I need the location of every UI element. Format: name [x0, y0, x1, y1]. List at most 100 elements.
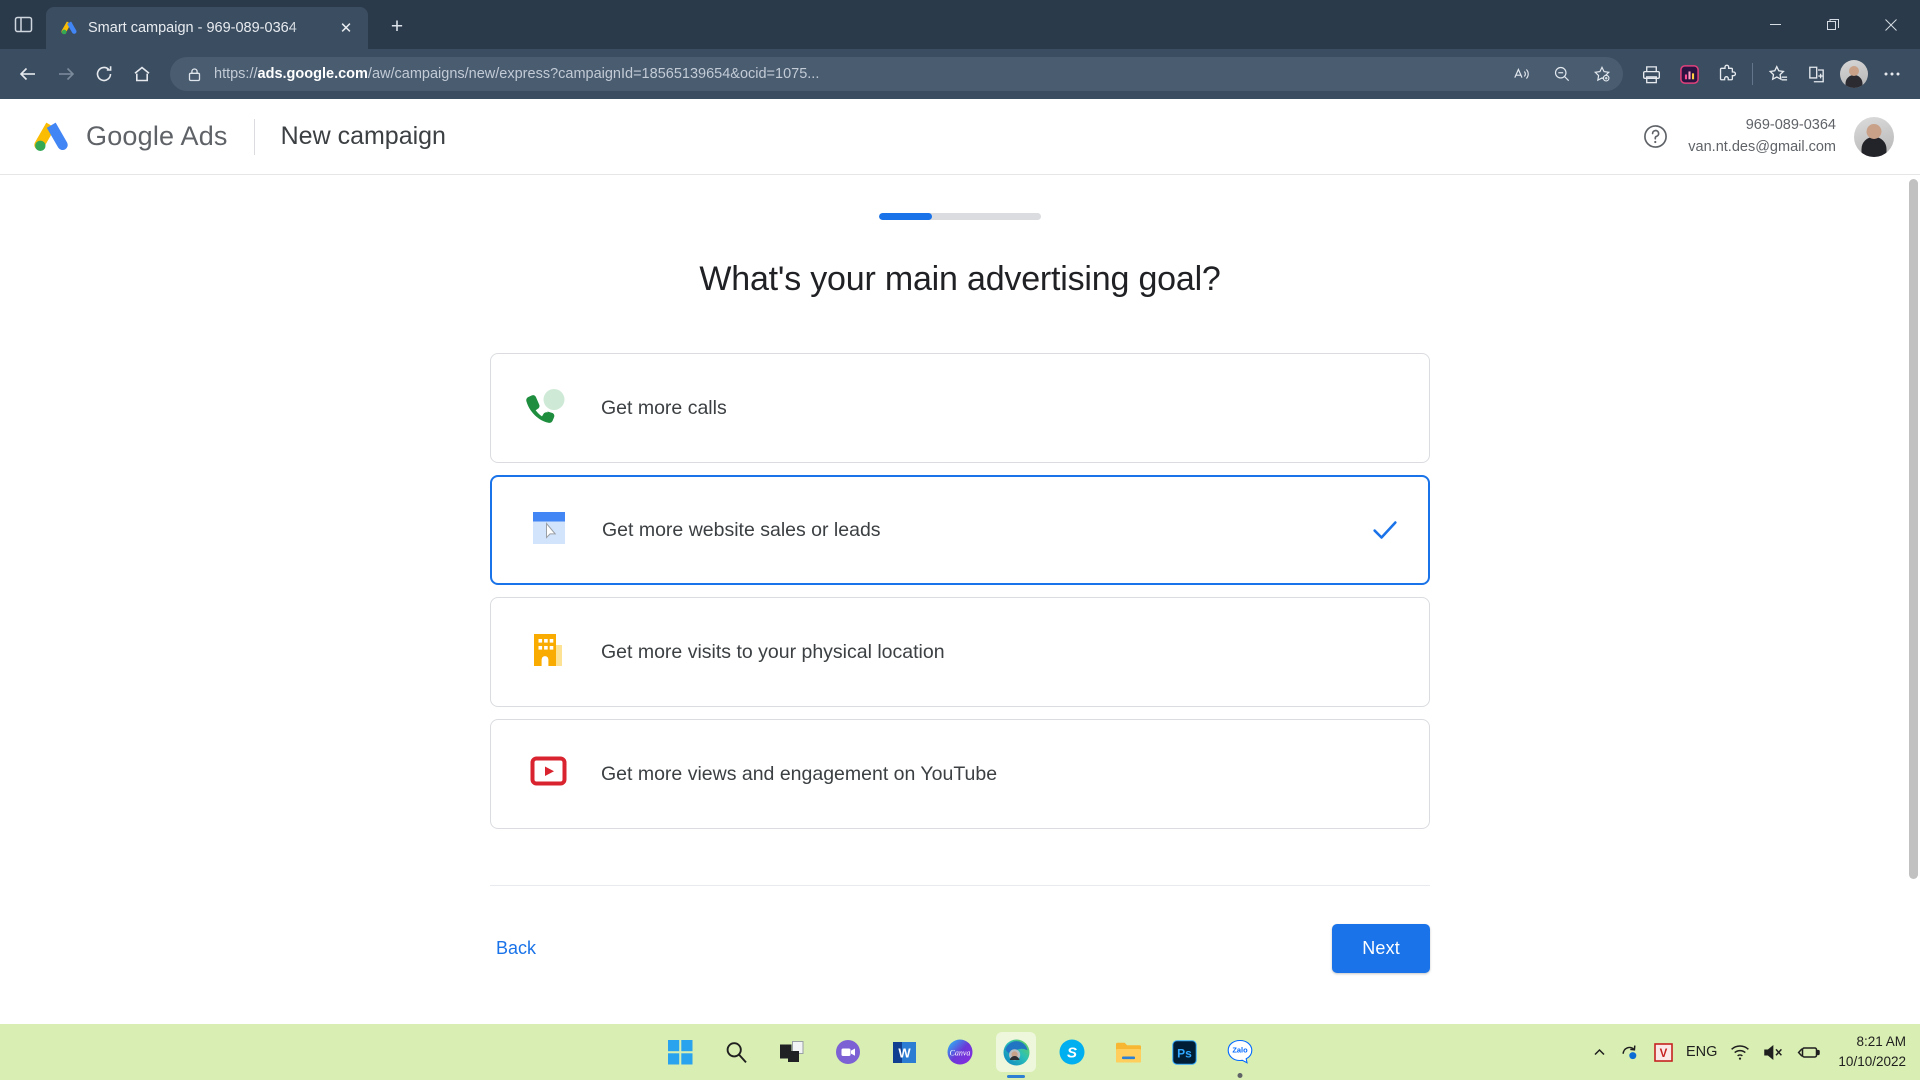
wifi-icon[interactable] — [1730, 1044, 1750, 1061]
settings-more-icon[interactable] — [1874, 56, 1910, 92]
goal-option-website-sales[interactable]: Get more website sales or leads — [490, 475, 1430, 585]
zoom-out-icon[interactable] — [1547, 59, 1577, 89]
wizard-actions: Back Next — [490, 885, 1430, 973]
forward-icon[interactable] — [48, 56, 84, 92]
google-ads-favicon — [60, 19, 78, 37]
browser-titlebar: Smart campaign - 969-089-0364 ✕ + — [0, 0, 1920, 49]
goal-label: Get more calls — [601, 396, 727, 419]
microsoft-edge-icon[interactable] — [996, 1032, 1036, 1078]
scrollbar-thumb[interactable] — [1909, 179, 1918, 879]
google-ads-header: Google Ads New campaign 969-089-0364 van… — [0, 99, 1920, 175]
system-tray: V ENG 8:21 AM 10/10/2022 — [1592, 1032, 1906, 1071]
profile-avatar[interactable] — [1840, 60, 1868, 88]
tab-close-icon[interactable]: ✕ — [334, 16, 358, 40]
skype-icon[interactable]: S — [1052, 1032, 1092, 1072]
brand-wordmark: Google Ads — [86, 121, 228, 152]
search-icon[interactable] — [716, 1032, 756, 1072]
svg-text:V: V — [1660, 1048, 1668, 1060]
google-ads-logo-icon — [30, 117, 72, 157]
wizard-heading: What's your main advertising goal? — [699, 260, 1221, 298]
zalo-icon[interactable]: Zalo — [1220, 1032, 1260, 1078]
svg-text:W: W — [898, 1045, 911, 1060]
check-icon — [1370, 515, 1400, 545]
svg-text:S: S — [1067, 1044, 1077, 1061]
avatar[interactable] — [1854, 116, 1894, 157]
browser-tab[interactable]: Smart campaign - 969-089-0364 ✕ — [46, 7, 368, 49]
page-content: What's your main advertising goal? Get m… — [0, 175, 1920, 1024]
page-title: New campaign — [280, 122, 446, 150]
taskbar-items: W Canva S Ps Zalo — [660, 1032, 1260, 1078]
file-explorer-icon[interactable] — [1108, 1032, 1148, 1072]
goal-label: Get more views and engagement on YouTube — [601, 762, 998, 785]
goal-option-youtube[interactable]: Get more views and engagement on YouTube — [490, 719, 1430, 829]
header-right-group: 969-089-0364 van.nt.des@gmail.com — [1640, 115, 1894, 157]
google-ads-logo[interactable]: Google Ads — [30, 117, 228, 157]
goal-label: Get more visits to your physical locatio… — [601, 640, 945, 663]
clock-time: 8:21 AM — [1856, 1034, 1906, 1050]
edge-browser-window: Smart campaign - 969-089-0364 ✕ + https:… — [0, 0, 1920, 1080]
next-button[interactable]: Next — [1332, 924, 1430, 973]
home-icon[interactable] — [124, 56, 160, 92]
add-favorite-icon[interactable] — [1587, 59, 1617, 89]
close-window-button[interactable] — [1862, 0, 1920, 49]
windows-taskbar: W Canva S Ps Zalo V ENG 8:21 AM 10/10/20… — [0, 1024, 1920, 1080]
show-hidden-icons-chevron[interactable] — [1592, 1045, 1607, 1060]
account-id: 969-089-0364 — [1745, 117, 1836, 134]
back-icon[interactable] — [10, 56, 46, 92]
youtube-play-icon — [523, 750, 579, 798]
phone-call-icon — [523, 384, 579, 432]
page-scrollbar[interactable] — [1905, 175, 1920, 1024]
account-email: van.nt.des@gmail.com — [1688, 138, 1836, 155]
favorites-icon[interactable] — [1760, 56, 1796, 92]
tab-title: Smart campaign - 969-089-0364 — [88, 20, 297, 36]
maximize-button[interactable] — [1804, 0, 1862, 49]
window-controls — [1746, 0, 1920, 49]
goal-option-calls[interactable]: Get more calls — [490, 353, 1430, 463]
svg-text:Ps: Ps — [1177, 1046, 1192, 1060]
page-viewport: Google Ads New campaign 969-089-0364 van… — [0, 99, 1920, 1024]
photoshop-icon[interactable]: Ps — [1164, 1032, 1204, 1072]
printer-icon[interactable] — [1633, 56, 1669, 92]
zalo-running-indicator — [1237, 1073, 1243, 1078]
task-view-icon[interactable] — [772, 1032, 812, 1072]
goal-option-physical-location[interactable]: Get more visits to your physical locatio… — [490, 597, 1430, 707]
brand-google: Google — [86, 121, 175, 151]
tab-actions-icon[interactable] — [0, 0, 46, 49]
brand-ads: Ads — [180, 121, 228, 151]
onedrive-sync-icon[interactable] — [1620, 1043, 1641, 1062]
read-aloud-icon[interactable] — [1507, 59, 1537, 89]
goal-label: Get more website sales or leads — [602, 518, 881, 541]
refresh-icon[interactable] — [86, 56, 122, 92]
website-cursor-icon — [524, 506, 580, 554]
account-info: 969-089-0364 van.nt.des@gmail.com — [1688, 115, 1836, 157]
canva-icon[interactable]: Canva — [940, 1032, 980, 1072]
help-circle-icon[interactable] — [1640, 122, 1670, 152]
microsoft-word-icon[interactable]: W — [884, 1032, 924, 1072]
unikey-v-icon[interactable]: V — [1654, 1042, 1673, 1062]
progress-track — [879, 213, 1041, 220]
volume-muted-icon[interactable] — [1763, 1044, 1784, 1061]
start-button[interactable] — [660, 1032, 700, 1072]
url-text: https://ads.google.com/aw/campaigns/new/… — [214, 66, 820, 82]
header-divider — [253, 118, 255, 155]
storefront-building-icon — [523, 628, 579, 676]
language-indicator[interactable]: ENG — [1686, 1044, 1717, 1060]
new-tab-button[interactable]: + — [378, 8, 416, 46]
extension-pink-icon[interactable] — [1671, 56, 1707, 92]
microsoft-teams-icon[interactable] — [828, 1032, 868, 1072]
puzzle-extensions-icon[interactable] — [1709, 56, 1745, 92]
battery-charging-icon[interactable] — [1797, 1044, 1821, 1061]
minimize-button[interactable] — [1746, 0, 1804, 49]
address-bar[interactable]: https://ads.google.com/aw/campaigns/new/… — [170, 57, 1623, 91]
edge-active-indicator — [1007, 1074, 1025, 1078]
svg-text:Zalo: Zalo — [1232, 1045, 1248, 1054]
back-button[interactable]: Back — [490, 930, 542, 967]
collections-icon[interactable] — [1798, 56, 1834, 92]
toolbar-divider — [1752, 63, 1753, 85]
clock-date: 10/10/2022 — [1838, 1054, 1906, 1069]
wizard-progress — [0, 213, 1920, 220]
browser-navbar: https://ads.google.com/aw/campaigns/new/… — [0, 49, 1920, 99]
clock[interactable]: 8:21 AM 10/10/2022 — [1838, 1032, 1906, 1071]
goal-options-list: Get more calls Get more website sales or… — [490, 353, 1430, 829]
svg-text:Canva: Canva — [950, 1048, 971, 1057]
